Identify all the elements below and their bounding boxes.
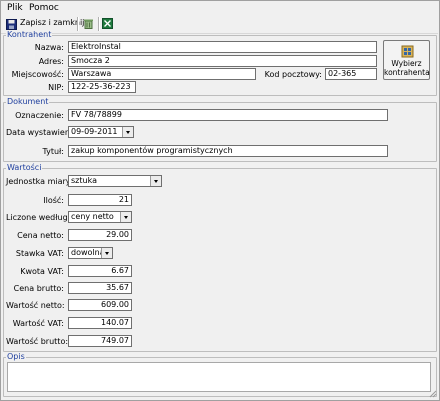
- unit-label: Jednostka miary:: [6, 177, 73, 186]
- menu-bar: Plik Pomoc: [1, 1, 438, 15]
- values-group-title: Wartości: [6, 163, 43, 172]
- choose-contractor-button[interactable]: Wybierz kontrahenta: [383, 40, 430, 80]
- save-close-label: Zapisz i zamknij: [20, 18, 85, 27]
- postal-code-field[interactable]: 02-365: [325, 68, 377, 80]
- document-number-field[interactable]: FV 78/78899: [68, 109, 388, 121]
- gross-price-label: Cena brutto:: [13, 284, 64, 293]
- toolbar: Zapisz i zamknij: [1, 15, 438, 34]
- address-label: Adres:: [38, 57, 64, 66]
- issue-date-value: 09-09-2011: [71, 127, 118, 136]
- postal-code-label: Kod pocztowy:: [264, 70, 322, 79]
- chevron-down-icon[interactable]: [120, 212, 131, 222]
- vat-rate-select[interactable]: dowolna: [68, 247, 113, 259]
- vat-value-label: Wartość VAT:: [12, 319, 64, 328]
- calculation-basis-value: ceny netto: [71, 212, 114, 221]
- issue-date-label: Data wystawienia:: [6, 128, 80, 137]
- nip-field[interactable]: 122-25-36-223: [68, 81, 136, 93]
- calculation-basis-label: Liczone według:: [6, 213, 71, 222]
- address-book-icon: [401, 45, 414, 58]
- excel-export-icon[interactable]: [102, 18, 113, 29]
- issue-date-picker[interactable]: 09-09-2011: [68, 126, 134, 138]
- notes-textarea[interactable]: [7, 362, 431, 392]
- net-price-field[interactable]: 29.00: [68, 229, 132, 241]
- city-label: Miejscowość:: [11, 70, 64, 79]
- gross-value-label: Wartość brutto:: [6, 337, 69, 346]
- save-close-button[interactable]: Zapisz i zamknij: [4, 16, 84, 31]
- vat-rate-value: dowolna: [71, 248, 105, 257]
- chevron-down-icon[interactable]: [150, 176, 161, 186]
- toolbar-separator: [77, 17, 79, 31]
- gross-price-field[interactable]: 35.67: [68, 282, 132, 294]
- document-number-label: Oznaczenie:: [15, 111, 64, 120]
- gross-value-field[interactable]: 749.07: [68, 335, 132, 347]
- name-label: Nazwa:: [34, 43, 64, 52]
- name-field[interactable]: ElektroInstal: [68, 41, 377, 53]
- choose-contractor-label: Wybierz kontrahenta: [384, 59, 430, 77]
- unit-value: sztuka: [71, 176, 97, 185]
- vat-amount-field[interactable]: 6.67: [68, 265, 132, 277]
- vat-rate-label: Stawka VAT:: [15, 249, 64, 258]
- floppy-disk-icon: [6, 19, 17, 30]
- net-value-label: Wartość netto:: [6, 301, 65, 310]
- net-price-label: Cena netto:: [17, 231, 64, 240]
- city-field[interactable]: Warszawa: [68, 68, 256, 80]
- resize-grip-icon[interactable]: [428, 389, 437, 398]
- menu-file[interactable]: Plik: [7, 3, 23, 13]
- document-group-title: Dokument: [6, 97, 50, 106]
- document-title-label: Tytuł:: [42, 147, 64, 156]
- nip-label: NIP:: [48, 83, 64, 92]
- quantity-label: Ilość:: [43, 196, 64, 205]
- address-field[interactable]: Smocza 2: [68, 55, 377, 67]
- calculation-basis-select[interactable]: ceny netto: [68, 211, 132, 223]
- unit-select[interactable]: sztuka: [68, 175, 162, 187]
- chevron-down-icon[interactable]: [101, 248, 112, 258]
- quantity-field[interactable]: 21: [68, 194, 132, 206]
- vat-amount-label: Kwota VAT:: [20, 267, 64, 276]
- notes-group-title: Opis: [6, 352, 26, 361]
- toolbar-separator: [98, 17, 100, 31]
- document-title-field[interactable]: zakup komponentów programistycznych: [68, 145, 388, 157]
- delete-trash-icon[interactable]: [83, 18, 94, 29]
- contractor-group-title: Kontrahent: [6, 30, 53, 39]
- menu-help[interactable]: Pomoc: [29, 3, 59, 13]
- net-value-field[interactable]: 609.00: [68, 299, 132, 311]
- vat-value-field[interactable]: 140.07: [68, 317, 132, 329]
- chevron-down-icon[interactable]: [122, 127, 133, 137]
